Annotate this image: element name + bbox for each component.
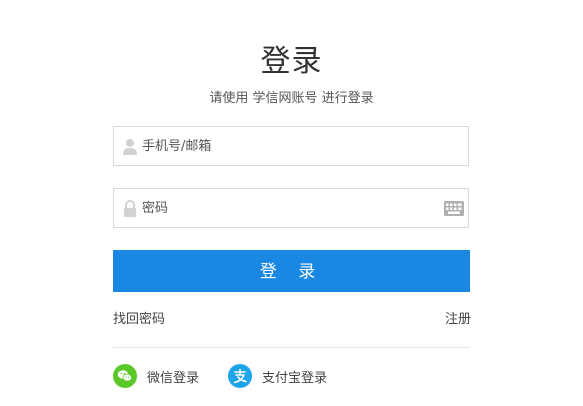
username-field[interactable] [113, 126, 469, 166]
password-field[interactable] [113, 188, 469, 228]
login-button[interactable]: 登 录 [113, 250, 470, 292]
lock-icon [122, 200, 138, 218]
forgot-password-link[interactable]: 找回密码 [113, 308, 165, 327]
alipay-login-button[interactable]: 支付宝登录 [228, 364, 327, 388]
divider [113, 347, 470, 348]
alipay-login-label: 支付宝登录 [262, 370, 328, 386]
page-subtitle: 请使用 学信网账号 进行登录 [209, 91, 374, 106]
register-link[interactable]: 注册 [445, 308, 471, 327]
password-input[interactable] [142, 189, 442, 227]
wechat-login-button[interactable]: 微信登录 [113, 364, 199, 388]
keyboard-icon[interactable] [444, 201, 464, 216]
username-input[interactable] [142, 127, 442, 165]
wechat-login-label: 微信登录 [147, 370, 200, 386]
page-title: 登录 [260, 44, 323, 79]
login-page: 登录 请使用 学信网账号 进行登录 手机号/邮箱 登 录 找回密码 注册 微信登… [0, 0, 583, 406]
alipay-icon [228, 364, 252, 388]
wechat-icon [113, 364, 137, 388]
user-icon [122, 138, 138, 156]
